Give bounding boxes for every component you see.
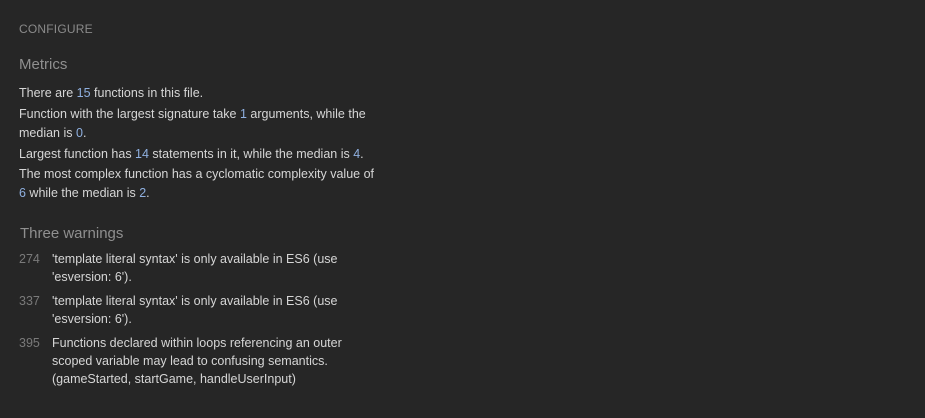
warnings-heading: Three warnings	[20, 225, 124, 242]
warning-message: 'template literal syntax' is only availa…	[52, 252, 338, 284]
metric-text: Function with the largest signature take	[19, 107, 240, 121]
metric-largest-function: Largest function has 14 statements in it…	[19, 145, 379, 164]
metric-value: 15	[76, 86, 91, 100]
metrics-heading: Metrics	[19, 56, 68, 73]
warning-line-number[interactable]: 337	[19, 292, 49, 310]
metric-value: 1	[239, 107, 247, 121]
metric-complexity: The most complex function has a cyclomat…	[19, 165, 379, 203]
metric-text: .	[82, 126, 87, 140]
warning-line-number[interactable]: 274	[19, 250, 49, 268]
metric-text: .	[146, 186, 150, 200]
metric-text: The most complex function has a cyclomat…	[19, 167, 375, 181]
metric-text: statements in it, while the median is	[148, 147, 354, 161]
configure-link[interactable]: CONFIGURE	[19, 22, 93, 36]
metric-text: .	[360, 147, 364, 161]
metric-text: while the median is	[25, 186, 140, 200]
metric-largest-signature: Function with the largest signature take…	[19, 105, 379, 143]
warning-message: Functions declared within loops referenc…	[52, 336, 342, 386]
metric-median: 0	[75, 126, 83, 140]
warning-line-number[interactable]: 395	[19, 334, 49, 352]
metric-text: Largest function has	[19, 147, 136, 161]
metric-text: functions in this file.	[90, 86, 204, 100]
metric-text: There are	[19, 86, 77, 100]
metric-value: 14	[135, 147, 149, 161]
metric-functions-count: There are 15 functions in this file.	[19, 84, 379, 103]
metric-value: 6	[19, 186, 26, 200]
warning-message: 'template literal syntax' is only availa…	[52, 294, 338, 326]
